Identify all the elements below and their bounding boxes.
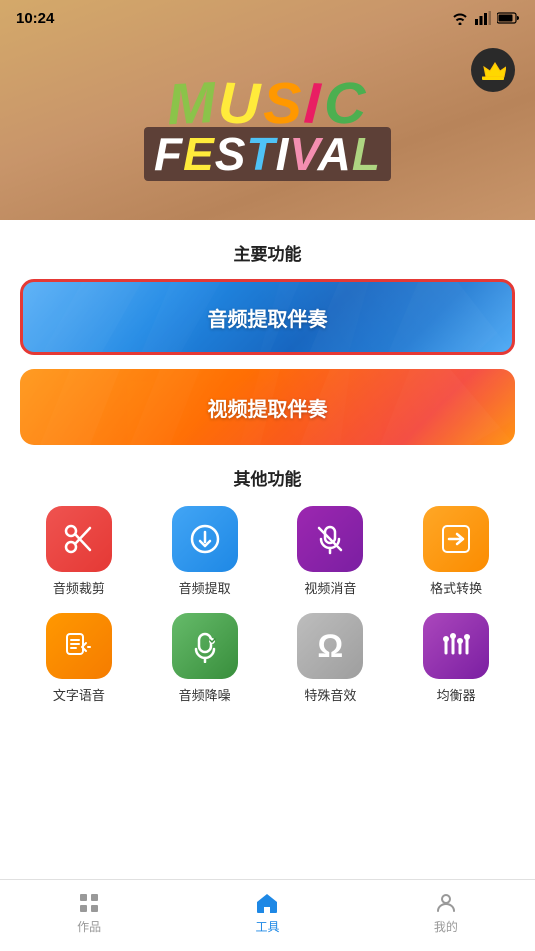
text-voice-icon-box	[46, 613, 112, 679]
omega-symbol: Ω	[318, 628, 344, 665]
icon-item-special-effect[interactable]: Ω 特殊音效	[272, 613, 390, 704]
special-effect-label: 特殊音效	[304, 685, 356, 704]
mic-off-icon	[313, 522, 347, 556]
video-extract-button[interactable]: 视频提取伴奏	[20, 369, 515, 445]
tools-nav-label: 工具	[255, 918, 279, 935]
battery-icon	[497, 12, 519, 24]
equalizer-label: 均衡器	[437, 685, 476, 704]
convert-icon	[439, 522, 473, 556]
crown-badge	[471, 48, 515, 92]
mine-nav-label: 我的	[434, 918, 458, 935]
icon-item-equalizer[interactable]: 均衡器	[397, 613, 515, 704]
wifi-icon	[451, 11, 469, 25]
audio-extract-icon-box	[172, 506, 238, 572]
icon-item-audio-cut[interactable]: 音频裁剪	[20, 506, 138, 597]
icons-grid: 音频裁剪 音频提取 视频消音	[20, 506, 515, 704]
icon-item-audio-denoise[interactable]: 音频降噪	[146, 613, 264, 704]
festival-title: MUSIC FESTIVAL	[144, 75, 391, 181]
icon-item-text-voice[interactable]: 文字语音	[20, 613, 138, 704]
status-time: 10:24	[16, 10, 54, 27]
audio-cut-icon-box	[46, 506, 112, 572]
text-voice-label: 文字语音	[53, 685, 105, 704]
equalizer-icon	[439, 629, 473, 663]
banner-content: MUSIC FESTIVAL	[0, 36, 535, 220]
works-nav-label: 作品	[77, 918, 101, 935]
scissors-icon	[62, 522, 96, 556]
format-convert-icon-box	[423, 506, 489, 572]
audio-denoise-icon-box	[172, 613, 238, 679]
audio-denoise-label: 音频降噪	[179, 685, 231, 704]
text-voice-icon	[62, 629, 96, 663]
main-section-title: 主要功能	[20, 240, 515, 265]
video-mute-icon-box	[297, 506, 363, 572]
nav-item-tools[interactable]: 工具	[178, 891, 356, 941]
signal-icon	[475, 11, 491, 25]
special-effect-icon-box: Ω	[297, 613, 363, 679]
bottom-nav: 作品 工具 我的	[0, 879, 535, 951]
other-section-title: 其他功能	[20, 465, 515, 490]
icon-item-audio-extract[interactable]: 音频提取	[146, 506, 264, 597]
video-mute-label: 视频消音	[304, 578, 356, 597]
nav-item-mine[interactable]: 我的	[357, 891, 535, 941]
denoise-icon	[188, 629, 222, 663]
audio-extract-label2: 音频提取	[179, 578, 231, 597]
mine-nav-icon	[434, 891, 458, 915]
format-convert-label: 格式转换	[430, 578, 482, 597]
download-circle-icon	[188, 522, 222, 556]
video-extract-label: 视频提取伴奏	[208, 393, 328, 422]
audio-extract-button[interactable]: 音频提取伴奏	[20, 279, 515, 355]
crown-icon	[480, 59, 506, 81]
works-nav-icon	[77, 891, 101, 915]
audio-extract-label: 音频提取伴奏	[208, 303, 328, 332]
home-icon	[254, 891, 280, 915]
status-icons	[451, 11, 519, 25]
audio-cut-label: 音频裁剪	[53, 578, 105, 597]
status-bar: 10:24	[0, 0, 535, 36]
icon-item-video-mute[interactable]: 视频消音	[272, 506, 390, 597]
main-content: 主要功能 音频提取伴奏 视频提取伴奏 其他功能	[0, 220, 535, 951]
nav-item-works[interactable]: 作品	[0, 891, 178, 941]
icon-item-format-convert[interactable]: 格式转换	[397, 506, 515, 597]
equalizer-icon-box	[423, 613, 489, 679]
